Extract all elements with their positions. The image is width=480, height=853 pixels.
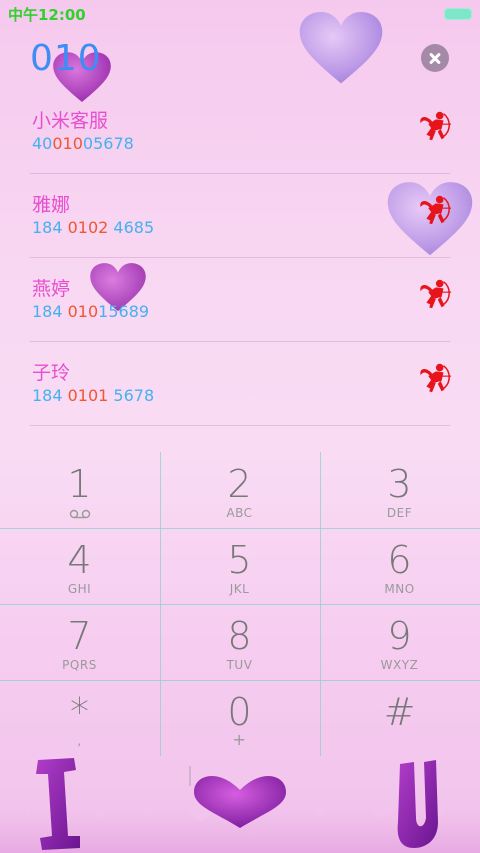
heart-decoration-icon bbox=[299, 12, 383, 84]
dial-keypad: 1 2 ABC 3 DEF 4 GHI 5 JKL 6 MNO 7 PQRS 8… bbox=[0, 452, 480, 756]
i-love-u-decoration bbox=[0, 758, 480, 853]
key-digit: 4 bbox=[67, 538, 92, 582]
key-7[interactable]: 7 PQRS bbox=[0, 604, 159, 680]
key-5[interactable]: 5 JKL bbox=[160, 528, 319, 604]
contact-number: 184 0102 4685 bbox=[32, 218, 155, 237]
key-letters: PQRS bbox=[62, 658, 97, 672]
contact-number: 4001005678 bbox=[32, 134, 134, 153]
contact-name: 小米客服 bbox=[32, 110, 109, 132]
key-digit: 2 bbox=[227, 462, 252, 506]
status-time: 中午12:00 bbox=[8, 6, 86, 24]
battery-icon bbox=[444, 8, 472, 20]
key-letters: JKL bbox=[229, 582, 250, 596]
key-digit: 9 bbox=[387, 614, 412, 658]
key-8[interactable]: 8 TUV bbox=[160, 604, 319, 680]
key-2[interactable]: 2 ABC bbox=[160, 452, 319, 528]
key-digit: 7 bbox=[67, 614, 92, 658]
contact-name: 雅娜 bbox=[32, 194, 71, 216]
key-4[interactable]: 4 GHI bbox=[0, 528, 159, 604]
dialed-number: 010 bbox=[30, 38, 102, 79]
key-digit: 1 bbox=[67, 462, 92, 506]
clear-button[interactable] bbox=[421, 44, 449, 72]
key-letters: GHI bbox=[67, 582, 92, 596]
contact-item[interactable]: 燕婷 184 01015689 bbox=[0, 258, 480, 342]
key-letters: WXYZ bbox=[380, 658, 419, 672]
key-hash[interactable]: # bbox=[320, 680, 479, 756]
key-digit: # bbox=[383, 690, 416, 734]
key-digit: 6 bbox=[387, 538, 412, 582]
key-digit: 5 bbox=[227, 538, 252, 582]
contact-name: 子玲 bbox=[32, 362, 71, 384]
key-digit: 0 bbox=[227, 690, 252, 734]
key-1[interactable]: 1 bbox=[0, 452, 159, 528]
key-0[interactable]: 0 + bbox=[160, 680, 319, 756]
key-3[interactable]: 3 DEF bbox=[320, 452, 479, 528]
key-digit: * bbox=[70, 690, 89, 734]
contact-number: 184 01015689 bbox=[32, 302, 150, 321]
key-letters: MNO bbox=[384, 582, 415, 596]
contact-name: 燕婷 bbox=[32, 278, 71, 300]
key-6[interactable]: 6 MNO bbox=[320, 528, 479, 604]
key-letters: + bbox=[232, 730, 247, 749]
contact-item[interactable]: 小米客服 4001005678 bbox=[0, 90, 480, 174]
key-star[interactable]: * , bbox=[0, 680, 159, 756]
contact-item[interactable]: 子玲 184 0101 5678 bbox=[0, 342, 480, 426]
cupid-icon[interactable] bbox=[415, 108, 453, 146]
contact-number: 184 0101 5678 bbox=[32, 386, 155, 405]
key-letters: , bbox=[77, 734, 82, 748]
divider bbox=[30, 425, 450, 426]
cupid-icon[interactable] bbox=[415, 360, 453, 398]
key-digit: 8 bbox=[227, 614, 252, 658]
key-letters: ABC bbox=[226, 506, 253, 520]
status-bar: 中午12:00 bbox=[0, 0, 480, 26]
cupid-icon[interactable] bbox=[415, 276, 453, 314]
voicemail-icon bbox=[69, 509, 91, 519]
contact-item[interactable]: 雅娜 184 0102 4685 bbox=[0, 174, 480, 258]
cupid-icon[interactable] bbox=[415, 192, 453, 230]
key-9[interactable]: 9 WXYZ bbox=[320, 604, 479, 680]
key-letters: DEF bbox=[386, 506, 413, 520]
key-letters: TUV bbox=[226, 658, 253, 672]
key-digit: 3 bbox=[387, 462, 412, 506]
